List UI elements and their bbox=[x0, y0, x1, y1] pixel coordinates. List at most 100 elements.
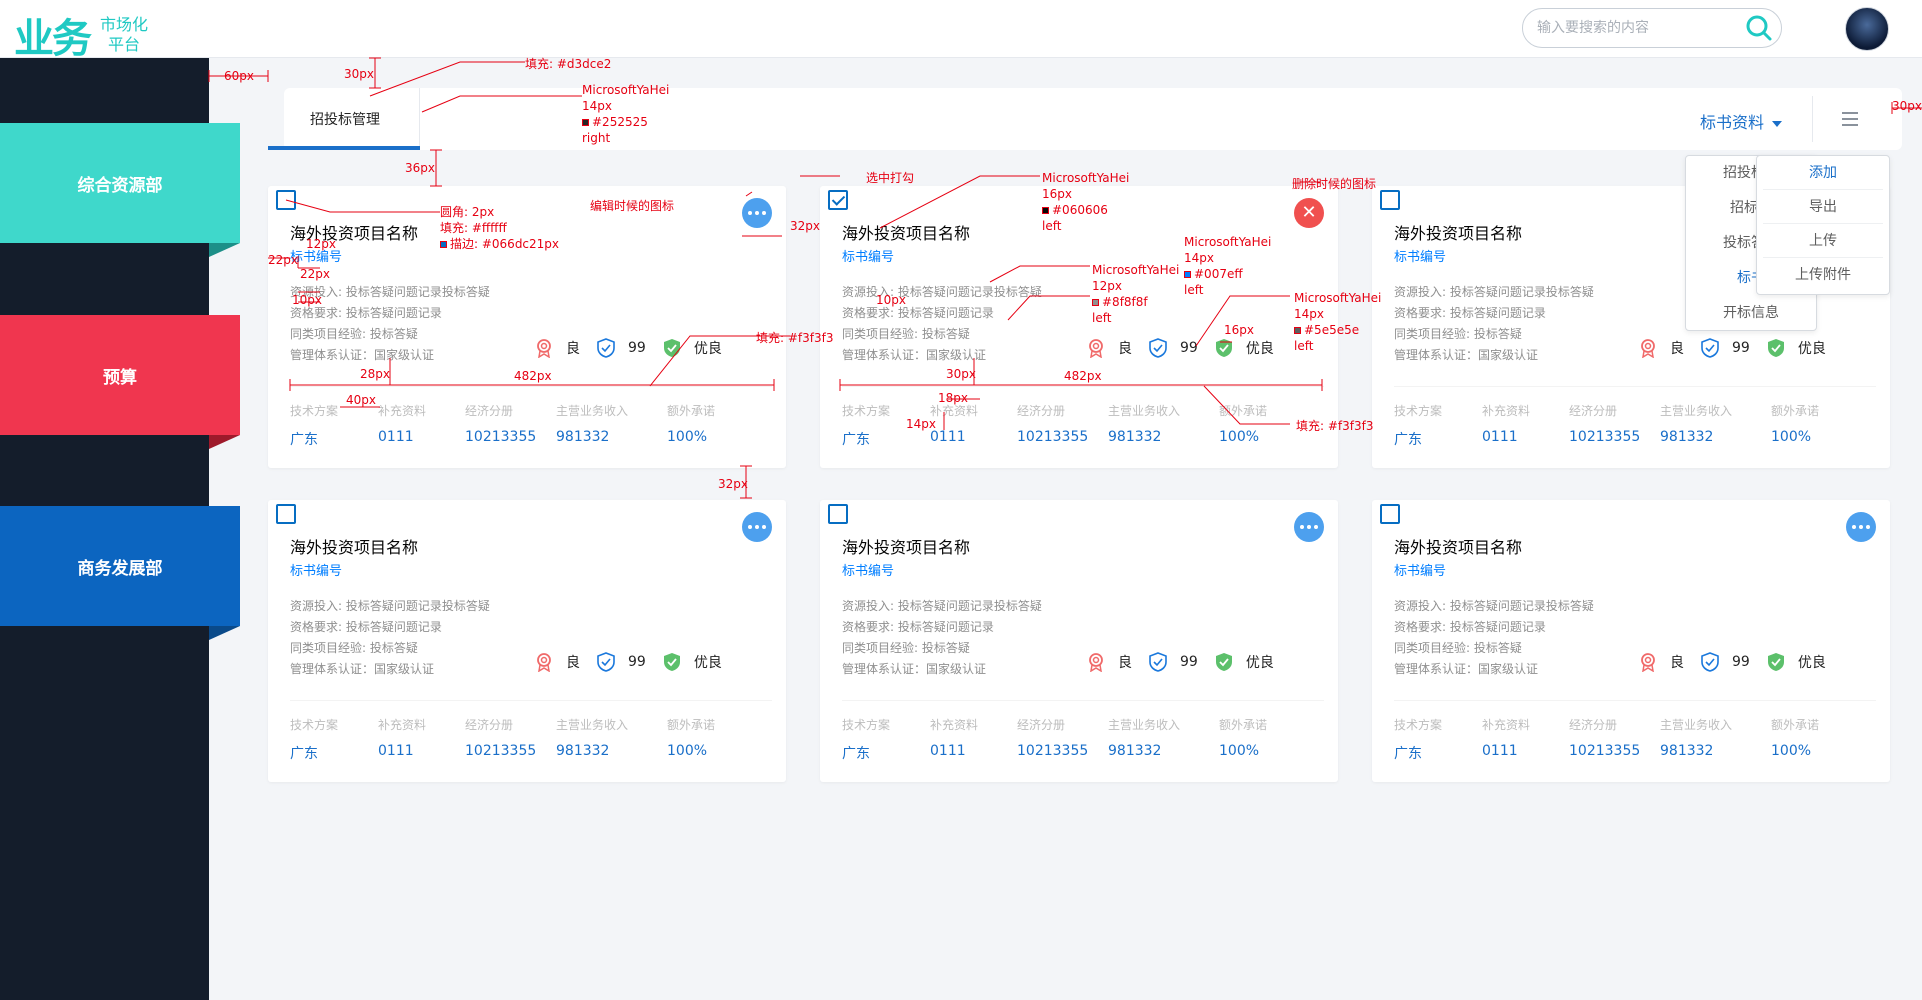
metric-value[interactable]: 广东 bbox=[290, 429, 338, 449]
metric-value[interactable]: 广东 bbox=[290, 743, 338, 763]
info-line: 管理体系认证：国家级认证 bbox=[842, 662, 987, 676]
card-subtitle[interactable]: 标书编号 bbox=[842, 246, 894, 265]
select-checkbox[interactable] bbox=[828, 504, 848, 524]
metric-value[interactable]: 100% bbox=[667, 429, 715, 445]
metric-value[interactable]: 10213355 bbox=[465, 429, 536, 445]
annotation-checkbox-spec: 圆角: 2px 填充: #ffffff 描边: #066dc21px bbox=[440, 205, 560, 251]
card-title[interactable]: 海外投资项目名称 bbox=[1394, 534, 1522, 558]
menu-item-upload-attachment[interactable]: 上传附件 bbox=[1763, 258, 1883, 292]
card-title[interactable]: 海外投资项目名称 bbox=[842, 534, 970, 558]
metric-value[interactable]: 10213355 bbox=[1017, 743, 1088, 759]
doc-select-dropdown[interactable]: 标书资料 bbox=[1700, 109, 1783, 133]
sidebar-item-resources[interactable]: 综合资源部 bbox=[0, 123, 240, 243]
card-title[interactable]: 海外投资项目名称 bbox=[842, 220, 970, 244]
info-line: 同类项目经验: 投标答疑 bbox=[842, 327, 970, 341]
divider bbox=[1394, 386, 1876, 387]
divider bbox=[1394, 700, 1876, 701]
metric-value[interactable]: 广东 bbox=[1394, 429, 1442, 449]
metric: 经济分册 10213355 bbox=[1017, 716, 1088, 759]
card-title[interactable]: 海外投资项目名称 bbox=[1394, 220, 1522, 244]
metric-value[interactable]: 100% bbox=[1771, 429, 1819, 445]
metric: 额外承诺 100% bbox=[1771, 402, 1819, 445]
project-card[interactable]: 海外投资项目名称 标书编号 资源投入: 投标答疑问题记录投标答疑 资格要求: 投标答疑… bbox=[820, 500, 1338, 782]
score-value: 99 bbox=[1732, 340, 1750, 356]
menu-item-export[interactable]: 导出 bbox=[1763, 190, 1883, 224]
score-value: 99 bbox=[1180, 340, 1198, 356]
more-icon[interactable] bbox=[1846, 512, 1876, 542]
more-icon[interactable] bbox=[1294, 512, 1324, 542]
award-icon bbox=[1641, 653, 1655, 672]
annotation: 22px bbox=[268, 253, 298, 267]
annotation: 60px bbox=[224, 69, 254, 83]
metric-value[interactable]: 10213355 bbox=[1569, 743, 1640, 759]
select-checkbox[interactable] bbox=[276, 190, 296, 210]
avatar[interactable] bbox=[1845, 7, 1889, 51]
annotation: 填充: #d3dce2 bbox=[525, 57, 612, 71]
info-line: 资格要求: 投标答疑问题记录 bbox=[290, 620, 442, 634]
metric-value[interactable]: 100% bbox=[1771, 743, 1819, 759]
metric-value[interactable]: 10213355 bbox=[1017, 429, 1088, 445]
metric-value[interactable]: 981332 bbox=[1108, 429, 1180, 445]
sidebar-item-budget[interactable]: 预算 bbox=[0, 315, 240, 435]
card-subtitle[interactable]: 标书编号 bbox=[842, 560, 894, 579]
sidebar-fold bbox=[209, 626, 240, 640]
metric-value[interactable]: 981332 bbox=[556, 429, 628, 445]
select-checkbox[interactable] bbox=[276, 504, 296, 524]
metric-value[interactable]: 0111 bbox=[1482, 429, 1530, 445]
rating-label: 良 bbox=[1118, 655, 1132, 671]
search-input[interactable] bbox=[1537, 18, 1727, 38]
sidebar-fold bbox=[209, 435, 240, 449]
metric-label: 额外承诺 bbox=[1219, 718, 1268, 732]
card-subtitle[interactable]: 标书编号 bbox=[290, 560, 342, 579]
card-subtitle[interactable]: 标书编号 bbox=[1394, 246, 1446, 265]
metric: 补充资料 0111 bbox=[378, 402, 426, 445]
metric-value[interactable]: 10213355 bbox=[1569, 429, 1640, 445]
metric-value[interactable]: 0111 bbox=[930, 743, 978, 759]
metric: 主营业务收入 981332 bbox=[1108, 716, 1180, 759]
search-icon[interactable] bbox=[1745, 14, 1773, 42]
metric-value[interactable]: 100% bbox=[1219, 743, 1267, 759]
select-checkbox[interactable] bbox=[1380, 190, 1400, 210]
tab-bid-management[interactable]: 招投标管理 bbox=[284, 88, 420, 150]
metric-value[interactable]: 广东 bbox=[842, 429, 890, 449]
annotation: 30px bbox=[344, 67, 374, 81]
doc-select-label: 标书资料 bbox=[1700, 113, 1765, 132]
sidebar-item-business-dev[interactable]: 商务发展部 bbox=[0, 506, 240, 626]
card-badges: 良 99 优良 bbox=[534, 650, 774, 674]
logo[interactable]: 业务 市场化 平台 bbox=[14, 6, 148, 64]
metric-value[interactable]: 0111 bbox=[378, 429, 426, 445]
menu-item-add[interactable]: 添加 bbox=[1763, 156, 1883, 190]
metric: 补充资料 0111 bbox=[378, 716, 426, 759]
metric-value[interactable]: 广东 bbox=[1394, 743, 1442, 763]
select-checkbox[interactable] bbox=[828, 190, 848, 210]
more-icon[interactable] bbox=[742, 512, 772, 542]
metric-value[interactable]: 广东 bbox=[842, 743, 890, 763]
shield-icon bbox=[1767, 339, 1784, 357]
info-line: 管理体系认证：国家级认证 bbox=[1394, 662, 1539, 676]
metric-value[interactable]: 100% bbox=[667, 743, 715, 759]
close-icon[interactable]: ✕ bbox=[1294, 198, 1324, 228]
metric-value[interactable]: 0111 bbox=[930, 429, 978, 445]
metric-value[interactable]: 10213355 bbox=[465, 743, 536, 759]
top-bar: 业务 市场化 平台 bbox=[0, 0, 1922, 62]
metric-value[interactable]: 981332 bbox=[1660, 429, 1732, 445]
select-checkbox[interactable] bbox=[1380, 504, 1400, 524]
shield-check-icon bbox=[1149, 338, 1167, 358]
metric-value[interactable]: 0111 bbox=[378, 743, 426, 759]
card-title[interactable]: 海外投资项目名称 bbox=[290, 534, 418, 558]
metric-value[interactable]: 981332 bbox=[556, 743, 628, 759]
menu-item[interactable]: 开标信息 bbox=[1686, 296, 1816, 330]
metric-value[interactable]: 0111 bbox=[1482, 743, 1530, 759]
card-subtitle[interactable]: 标书编号 bbox=[1394, 560, 1446, 579]
menu-item-upload[interactable]: 上传 bbox=[1763, 224, 1883, 258]
tab-underline bbox=[268, 146, 420, 150]
project-card[interactable]: 海外投资项目名称 标书编号 资源投入: 投标答疑问题记录投标答疑 资格要求: 投标答疑… bbox=[1372, 500, 1890, 782]
menu-icon[interactable] bbox=[1842, 112, 1858, 126]
metric-label: 技术方案 bbox=[1394, 404, 1443, 418]
metric-value[interactable]: 100% bbox=[1219, 429, 1267, 445]
metric-value[interactable]: 981332 bbox=[1108, 743, 1180, 759]
info-line: 资格要求: 投标答疑问题记录 bbox=[1394, 306, 1546, 320]
project-card[interactable]: 海外投资项目名称 标书编号 资源投入: 投标答疑问题记录投标答疑 资格要求: 投标答疑… bbox=[268, 500, 786, 782]
more-icon[interactable] bbox=[742, 198, 772, 228]
metric-value[interactable]: 981332 bbox=[1660, 743, 1732, 759]
